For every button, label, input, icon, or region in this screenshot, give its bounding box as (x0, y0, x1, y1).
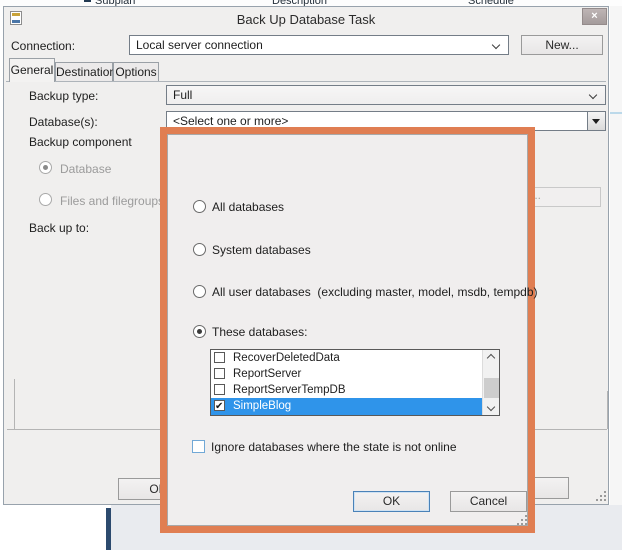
connection-combobox[interactable]: Local server connection (129, 35, 509, 55)
system-databases-label: System databases (212, 243, 311, 257)
groupbox-border (14, 379, 15, 429)
groupbox-border (607, 391, 608, 429)
scrollbar-thumb[interactable] (484, 378, 499, 398)
popup-ok-button[interactable]: OK (353, 491, 430, 512)
files-filegroups-label: Files and filegroups: (60, 194, 168, 208)
connection-value: Local server connection (136, 38, 263, 52)
chevron-down-icon (491, 40, 501, 50)
system-databases-radio[interactable] (193, 243, 206, 256)
close-icon[interactable]: × (582, 8, 607, 25)
dialog-titlebar[interactable]: Back Up Database Task × (4, 7, 608, 33)
tab-general[interactable]: General (9, 58, 55, 82)
chevron-down-icon (588, 90, 598, 100)
dialog-title: Back Up Database Task (236, 12, 376, 27)
database-name: ReportServerTempDB (233, 384, 346, 396)
back-up-to-label: Back up to: (29, 221, 90, 235)
scrollbar[interactable] (482, 350, 499, 415)
select-databases-popup: All databases System databases All user … (160, 127, 538, 533)
tab-options[interactable]: Options (113, 62, 159, 82)
database-name: SimpleBlog (233, 400, 292, 412)
databases-dropdown-button[interactable] (587, 112, 605, 130)
backup-component-label: Backup component (29, 135, 132, 149)
database-name: RecoverDeletedData (233, 352, 340, 364)
backup-type-value: Full (173, 88, 193, 102)
list-item-selected[interactable]: SimpleBlog (211, 398, 483, 415)
ignore-offline-checkbox[interactable] (192, 440, 205, 453)
all-user-databases-label: All user databases (excluding master, mo… (212, 285, 538, 299)
dialog-resize-grip[interactable] (594, 489, 606, 501)
checkbox-unchecked[interactable] (214, 368, 225, 379)
databases-label: Database(s): (29, 115, 98, 129)
these-databases-radio[interactable] (193, 325, 206, 338)
database-checklist: RecoverDeletedData ReportServer ReportSe… (210, 349, 500, 416)
ignore-offline-label: Ignore databases where the state is not … (211, 440, 457, 454)
list-item[interactable]: ReportServer (211, 366, 483, 382)
scroll-up-icon[interactable] (486, 353, 496, 363)
all-databases-radio[interactable] (193, 200, 206, 213)
subplan-icon (84, 0, 91, 2)
checkbox-unchecked[interactable] (214, 384, 225, 395)
all-databases-label: All databases (212, 200, 285, 214)
files-filegroups-radio[interactable] (39, 193, 52, 206)
new-connection-button[interactable]: New... (521, 35, 603, 55)
popup-cancel-button[interactable]: Cancel (450, 491, 527, 512)
screen: Subplan Description Schedule Back Up Dat… (0, 0, 622, 550)
databases-value: <Select one or more> (173, 114, 289, 128)
checkbox-unchecked[interactable] (214, 352, 225, 363)
scroll-down-icon[interactable] (486, 402, 496, 412)
list-item[interactable]: ReportServerTempDB (211, 382, 483, 398)
database-radio[interactable] (39, 161, 52, 174)
popup-resize-grip[interactable] (515, 513, 527, 525)
background-divider (610, 112, 622, 114)
background-right-strip (610, 6, 622, 505)
tab-strip-divider (6, 81, 606, 82)
connection-label: Connection: (11, 39, 76, 53)
backup-type-combobox[interactable]: Full (166, 85, 606, 105)
backup-type-label: Backup type: (29, 89, 99, 103)
checkbox-checked[interactable] (214, 399, 225, 415)
background-grid-border (106, 508, 111, 550)
list-item[interactable]: RecoverDeletedData (211, 350, 483, 366)
database-radio-label: Database (60, 162, 112, 176)
tab-destination[interactable]: Destination (55, 62, 116, 82)
these-databases-label: These databases: (212, 325, 308, 339)
database-name: ReportServer (233, 368, 302, 380)
dropdown-arrow-icon (592, 119, 600, 124)
all-user-databases-radio[interactable] (193, 285, 206, 298)
